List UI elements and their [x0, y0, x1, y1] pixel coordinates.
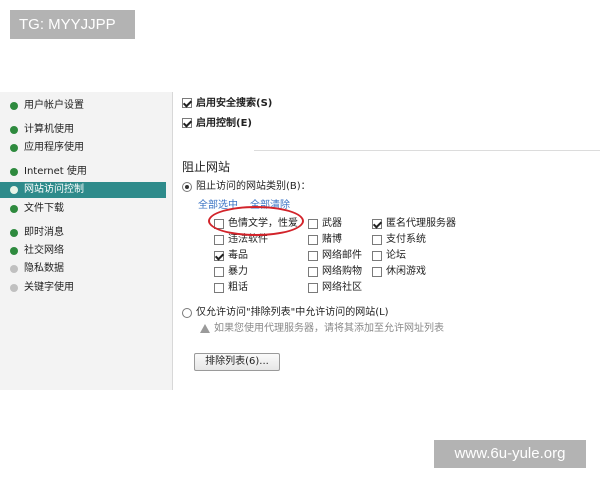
allow-only-exclusions-radio[interactable]	[182, 308, 192, 318]
sidebar-item-internet-use[interactable]: Internet 使用	[0, 164, 166, 180]
main-panel: 启用安全搜索(S) 启用控制(E) 阻止网站 阻止访问的网站类别(B)： 全部选…	[174, 92, 600, 392]
sidebar-item-label: 用户帐户设置	[24, 100, 84, 111]
category-label: 网络邮件	[322, 250, 362, 261]
category-label: 网络购物	[322, 266, 362, 277]
block-categories-radio[interactable]	[182, 182, 192, 192]
status-dot-icon	[10, 205, 18, 213]
category-checkbox-profanity[interactable]	[214, 283, 224, 293]
allow-only-exclusions-label: 仅允许访问"排除列表"中允许访问的网站(L)	[196, 307, 389, 318]
highlight-circle	[208, 206, 304, 236]
status-dot-icon	[10, 265, 18, 273]
sidebar: 用户帐户设置 计算机使用 应用程序使用 Internet 使用 网站访问控制 文…	[0, 92, 173, 390]
status-dot-icon	[10, 186, 18, 194]
sidebar-item-label: 隐私数据	[24, 263, 64, 274]
category-checkbox-webmail[interactable]	[308, 251, 318, 261]
sidebar-item-label: 社交网络	[24, 245, 64, 256]
status-dot-icon	[10, 168, 18, 176]
category-label: 网络社区	[322, 282, 362, 293]
category-checkbox-casual-games[interactable]	[372, 267, 382, 277]
status-dot-icon	[10, 144, 18, 152]
block-categories-label: 阻止访问的网站类别(B)：	[196, 181, 311, 192]
status-dot-icon	[10, 284, 18, 292]
category-checkbox-weapons[interactable]	[308, 219, 318, 229]
safe-search-label: 启用安全搜索(S)	[196, 98, 273, 109]
watermark-bottom-badge: www.6u-yule.org	[434, 440, 586, 468]
sidebar-item-label: 文件下载	[24, 203, 64, 214]
category-label: 暴力	[228, 266, 248, 277]
sidebar-item-instant-messaging[interactable]: 即时消息	[0, 225, 166, 241]
status-dot-icon	[10, 126, 18, 134]
enable-control-label: 启用控制(E)	[196, 118, 252, 129]
sidebar-item-web-access-control[interactable]: 网站访问控制	[0, 182, 166, 198]
safe-search-checkbox[interactable]	[182, 98, 192, 108]
exclude-list-button[interactable]: 排除列表(6)...	[194, 353, 280, 371]
sidebar-item-label: 关键字使用	[24, 282, 74, 293]
category-label: 粗话	[228, 282, 248, 293]
status-dot-icon	[10, 102, 18, 110]
category-label: 论坛	[386, 250, 406, 261]
category-checkbox-drugs[interactable]	[214, 251, 224, 261]
category-label: 毒品	[228, 250, 248, 261]
sidebar-item-app-use[interactable]: 应用程序使用	[0, 140, 166, 156]
sidebar-item-social-networks[interactable]: 社交网络	[0, 243, 166, 259]
warning-icon	[200, 324, 210, 333]
category-checkbox-anonymous-proxy[interactable]	[372, 219, 382, 229]
sidebar-item-private-data[interactable]: 隐私数据	[0, 261, 166, 277]
category-label: 武器	[322, 218, 342, 229]
category-label: 休闲游戏	[386, 266, 426, 277]
enable-control-checkbox[interactable]	[182, 118, 192, 128]
category-label: 匿名代理服务器	[386, 218, 456, 229]
category-checkbox-online-community[interactable]	[308, 283, 318, 293]
category-checkbox-payment-systems[interactable]	[372, 235, 382, 245]
watermark-top-badge: TG: MYYJJPP	[10, 10, 135, 39]
sidebar-item-label: 应用程序使用	[24, 142, 84, 153]
sidebar-item-file-download[interactable]: 文件下载	[0, 201, 166, 217]
sidebar-item-computer-use[interactable]: 计算机使用	[0, 122, 166, 138]
status-dot-icon	[10, 247, 18, 255]
category-checkbox-online-shopping[interactable]	[308, 267, 318, 277]
category-checkbox-illegal-software[interactable]	[214, 235, 224, 245]
sidebar-item-label: 计算机使用	[24, 124, 74, 135]
status-dot-icon	[10, 229, 18, 237]
category-checkbox-gambling[interactable]	[308, 235, 318, 245]
category-label: 支付系统	[386, 234, 426, 245]
category-label: 赌博	[322, 234, 342, 245]
sidebar-item-label: 即时消息	[24, 227, 64, 238]
category-checkbox-forums[interactable]	[372, 251, 382, 261]
sidebar-item-label: 网站访问控制	[24, 184, 84, 195]
sidebar-item-keyword-use[interactable]: 关键字使用	[0, 280, 166, 296]
section-title: 阻止网站	[182, 160, 231, 174]
category-checkbox-violence[interactable]	[214, 267, 224, 277]
proxy-hint-text: 如果您使用代理服务器，请将其添加至允许网址列表	[214, 323, 444, 334]
sidebar-item-user-accounts[interactable]: 用户帐户设置	[0, 98, 166, 114]
sidebar-item-label: Internet 使用	[24, 166, 87, 177]
section-divider	[254, 150, 600, 151]
